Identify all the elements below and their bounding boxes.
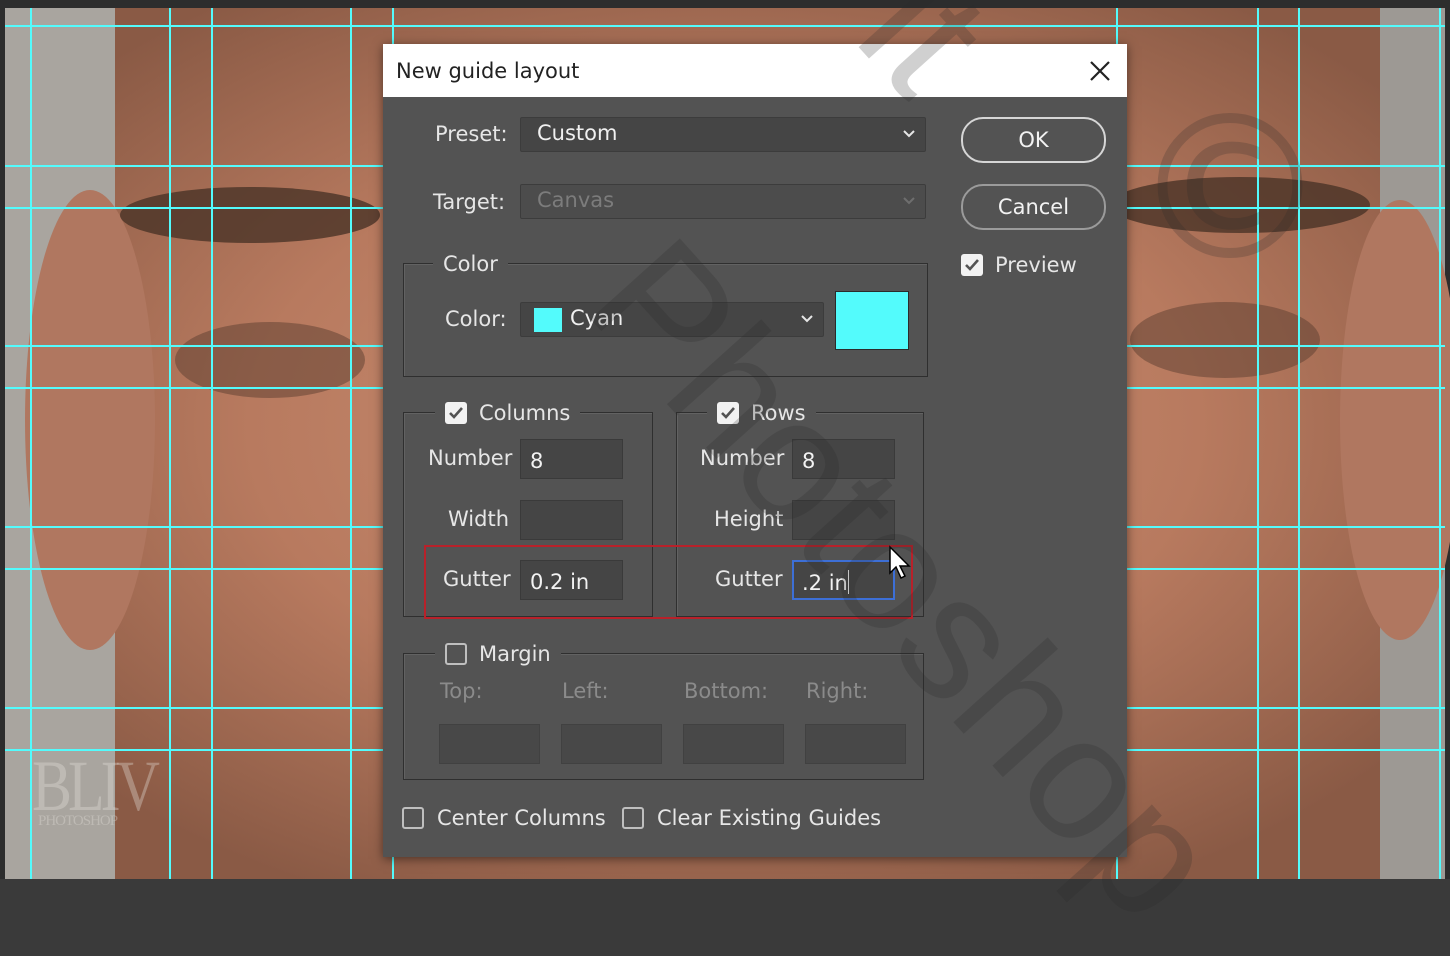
color-label: Color: — [445, 307, 507, 331]
rows-number-input[interactable]: 8 — [792, 439, 895, 479]
cancel-button[interactable]: Cancel — [961, 184, 1106, 230]
margin-left-input — [561, 724, 662, 764]
columns-number-input[interactable]: 8 — [520, 439, 623, 479]
preview-checkbox[interactable] — [961, 254, 983, 276]
columns-legend[interactable]: Columns — [435, 398, 581, 428]
margin-left-label: Left: — [562, 679, 609, 703]
ok-button[interactable]: OK — [961, 117, 1106, 163]
clear-existing-guides-checkbox[interactable] — [622, 807, 644, 829]
chevron-down-icon — [903, 130, 915, 138]
columns-checkbox[interactable] — [445, 402, 467, 424]
rows-number-value: 8 — [802, 449, 816, 473]
center-columns-checkbox[interactable] — [402, 807, 424, 829]
columns-number-value: 8 — [530, 449, 544, 473]
color-select[interactable]: Cyan — [520, 302, 824, 337]
rows-gutter-value: .2 in — [802, 571, 848, 595]
color-group-title: Color — [443, 252, 498, 276]
margin-top-input — [439, 724, 540, 764]
rows-checkbox[interactable] — [717, 402, 739, 424]
rows-height-input[interactable] — [792, 500, 895, 540]
rows-legend[interactable]: Rows — [707, 398, 816, 428]
columns-number-label: Number — [428, 446, 513, 470]
columns-gutter-input[interactable]: 0.2 in — [520, 560, 623, 600]
margin-legend[interactable]: Margin — [435, 639, 561, 669]
chevron-down-icon — [903, 197, 915, 205]
chevron-down-icon — [801, 315, 813, 323]
new-guide-layout-dialog: New guide layout Preset: Custom Target: … — [383, 44, 1127, 857]
clear-existing-guides-option[interactable]: Clear Existing Guides — [622, 806, 881, 830]
rows-gutter-input[interactable]: .2 in — [792, 560, 895, 600]
rows-height-label: Height — [714, 507, 784, 531]
rows-number-label: Number — [700, 446, 785, 470]
brand-logo: BLIV PHOTOSHOP — [8, 745, 160, 840]
rows-label: Rows — [751, 401, 806, 425]
target-select: Canvas — [520, 184, 926, 219]
margin-right-label: Right: — [806, 679, 869, 703]
margin-label: Margin — [479, 642, 551, 666]
clear-existing-guides-label: Clear Existing Guides — [657, 806, 882, 830]
color-group-legend: Color — [433, 249, 508, 279]
text-caret — [847, 570, 849, 594]
target-label: Target: — [433, 190, 506, 214]
logo-line2: PHOTOSHOP — [38, 813, 118, 829]
preset-select[interactable]: Custom — [520, 117, 926, 152]
target-value: Canvas — [537, 188, 615, 212]
columns-width-label: Width — [448, 507, 510, 531]
rows-gutter-value-wrap: .2 in — [802, 570, 849, 595]
margin-bottom-label: Bottom: — [684, 679, 769, 703]
dialog-title: New guide layout — [396, 59, 580, 83]
color-swatch-small — [534, 308, 562, 332]
columns-gutter-label: Gutter — [443, 567, 511, 591]
columns-gutter-value: 0.2 in — [530, 570, 590, 594]
columns-label: Columns — [479, 401, 571, 425]
mouse-cursor-icon — [889, 545, 911, 580]
preview-label: Preview — [995, 253, 1077, 277]
preset-value: Custom — [537, 121, 618, 145]
preview-option[interactable]: Preview — [961, 253, 1077, 277]
margin-bottom-input — [683, 724, 784, 764]
color-swatch-button[interactable] — [835, 291, 909, 350]
color-value: Cyan — [570, 306, 624, 330]
center-columns-option[interactable]: Center Columns — [402, 806, 606, 830]
dialog-titlebar: New guide layout — [383, 44, 1127, 97]
margin-checkbox[interactable] — [445, 643, 467, 665]
close-icon[interactable] — [1081, 52, 1119, 90]
center-columns-label: Center Columns — [437, 806, 606, 830]
rows-gutter-label: Gutter — [715, 567, 783, 591]
margin-right-input — [805, 724, 906, 764]
columns-width-input[interactable] — [520, 500, 623, 540]
margin-top-label: Top: — [440, 679, 483, 703]
preset-label: Preset: — [435, 122, 508, 146]
